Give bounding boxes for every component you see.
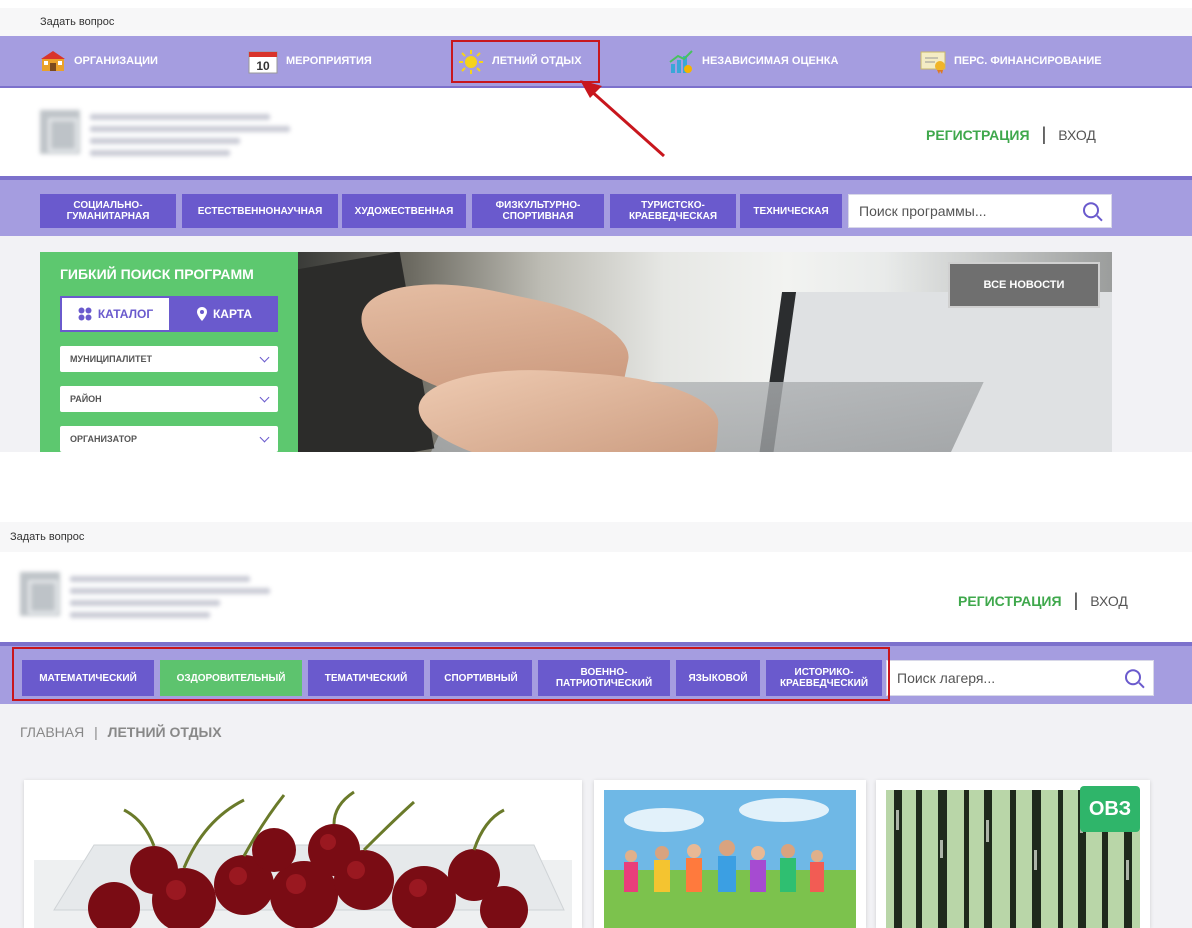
view-toggle: Каталог Карта xyxy=(60,296,278,332)
annotation-arrow xyxy=(580,80,665,158)
breadcrumb-home[interactable]: Главная xyxy=(20,724,84,740)
program-search-input[interactable]: Поиск программы... xyxy=(848,194,1112,228)
calendar-day: 10 xyxy=(256,59,270,73)
category-natural-science[interactable]: Естественнонаучная xyxy=(182,194,338,228)
camp-card[interactable] xyxy=(594,780,866,928)
category-social[interactable]: Социально- гуманитарная xyxy=(40,194,176,228)
nav-item-events[interactable]: 10 Мероприятия xyxy=(248,36,372,86)
card-image-children xyxy=(604,790,856,928)
all-news-button[interactable]: Все новости xyxy=(948,262,1100,308)
category-tourism[interactable]: Туристско- краеведческая xyxy=(610,194,736,228)
highlight-frame-2 xyxy=(12,647,890,701)
search-icon-2[interactable] xyxy=(1125,669,1141,686)
site-header-2: Регистрация | Вход xyxy=(0,554,1192,640)
chevron-down-icon xyxy=(259,352,270,362)
municipality-select[interactable]: Муниципалитет xyxy=(60,346,278,372)
login-link[interactable]: Вход xyxy=(1058,127,1096,143)
category-sport[interactable]: Физкультурно- спортивная xyxy=(472,194,604,228)
ovz-badge: ОВЗ xyxy=(1080,786,1140,832)
nav-item-independent-assessment[interactable]: Независимая оценка xyxy=(668,36,838,86)
district-select[interactable]: Район xyxy=(60,386,278,412)
chart-growth-icon xyxy=(668,50,694,73)
camp-card[interactable]: ОВЗ xyxy=(876,780,1150,928)
breadcrumb: Главная | Летний отдых xyxy=(20,724,222,740)
calendar-icon: 10 xyxy=(248,50,278,74)
category-bar: Социально- гуманитарная Естественнонаучн… xyxy=(0,176,1192,236)
catalog-tab[interactable]: Каталог xyxy=(60,296,171,332)
auth-separator: | xyxy=(1041,124,1047,144)
auth-links: Регистрация | Вход xyxy=(926,124,1096,145)
nav-label: Мероприятия xyxy=(286,55,372,67)
filter-title: Гибкий поиск программ xyxy=(60,266,254,282)
flexible-search-panel: Гибкий поиск программ Каталог Карта Муни… xyxy=(40,252,298,452)
ask-question-link-2[interactable]: Задать вопрос xyxy=(0,522,1192,552)
site-logo-2[interactable] xyxy=(20,572,320,620)
chevron-down-icon xyxy=(259,392,270,402)
auth-separator-2: | xyxy=(1073,590,1079,610)
category-art[interactable]: Художественная xyxy=(342,194,466,228)
search-placeholder: Поиск программы... xyxy=(859,203,987,219)
certificate-icon xyxy=(920,50,946,74)
nav-label: Независимая оценка xyxy=(702,55,839,67)
breadcrumb-separator: | xyxy=(94,724,98,740)
nav-item-organizations[interactable]: Организации xyxy=(40,36,158,86)
register-link-2[interactable]: Регистрация xyxy=(958,593,1062,609)
login-link-2[interactable]: Вход xyxy=(1090,593,1128,609)
breadcrumb-current: Летний отдых xyxy=(107,724,222,740)
organizer-select[interactable]: Организатор xyxy=(60,426,278,452)
search-placeholder-2: Поиск лагеря... xyxy=(897,670,996,686)
auth-links-2: Регистрация | Вход xyxy=(958,590,1128,611)
camp-search-input[interactable]: Поиск лагеря... xyxy=(886,660,1154,696)
search-icon[interactable] xyxy=(1083,202,1099,219)
nav-label: Перс. финансирование xyxy=(954,55,1102,67)
site-logo[interactable] xyxy=(40,110,340,158)
nav-label: Организации xyxy=(74,55,158,67)
map-tab[interactable]: Карта xyxy=(171,296,278,332)
grid-icon xyxy=(78,307,92,321)
nav-item-personal-funding[interactable]: Перс. финансирование xyxy=(920,36,1102,86)
card-image-cherries xyxy=(34,790,572,928)
page: Задать вопрос Организации 10 Мероприятия… xyxy=(0,0,1192,928)
ask-question-link[interactable]: Задать вопрос xyxy=(0,8,1192,36)
organization-building-icon xyxy=(40,50,66,72)
map-pin-icon xyxy=(196,307,207,321)
camp-card[interactable] xyxy=(24,780,582,928)
category-technical[interactable]: Техническая xyxy=(740,194,842,228)
register-link[interactable]: Регистрация xyxy=(926,127,1030,143)
chevron-down-icon xyxy=(259,432,270,442)
